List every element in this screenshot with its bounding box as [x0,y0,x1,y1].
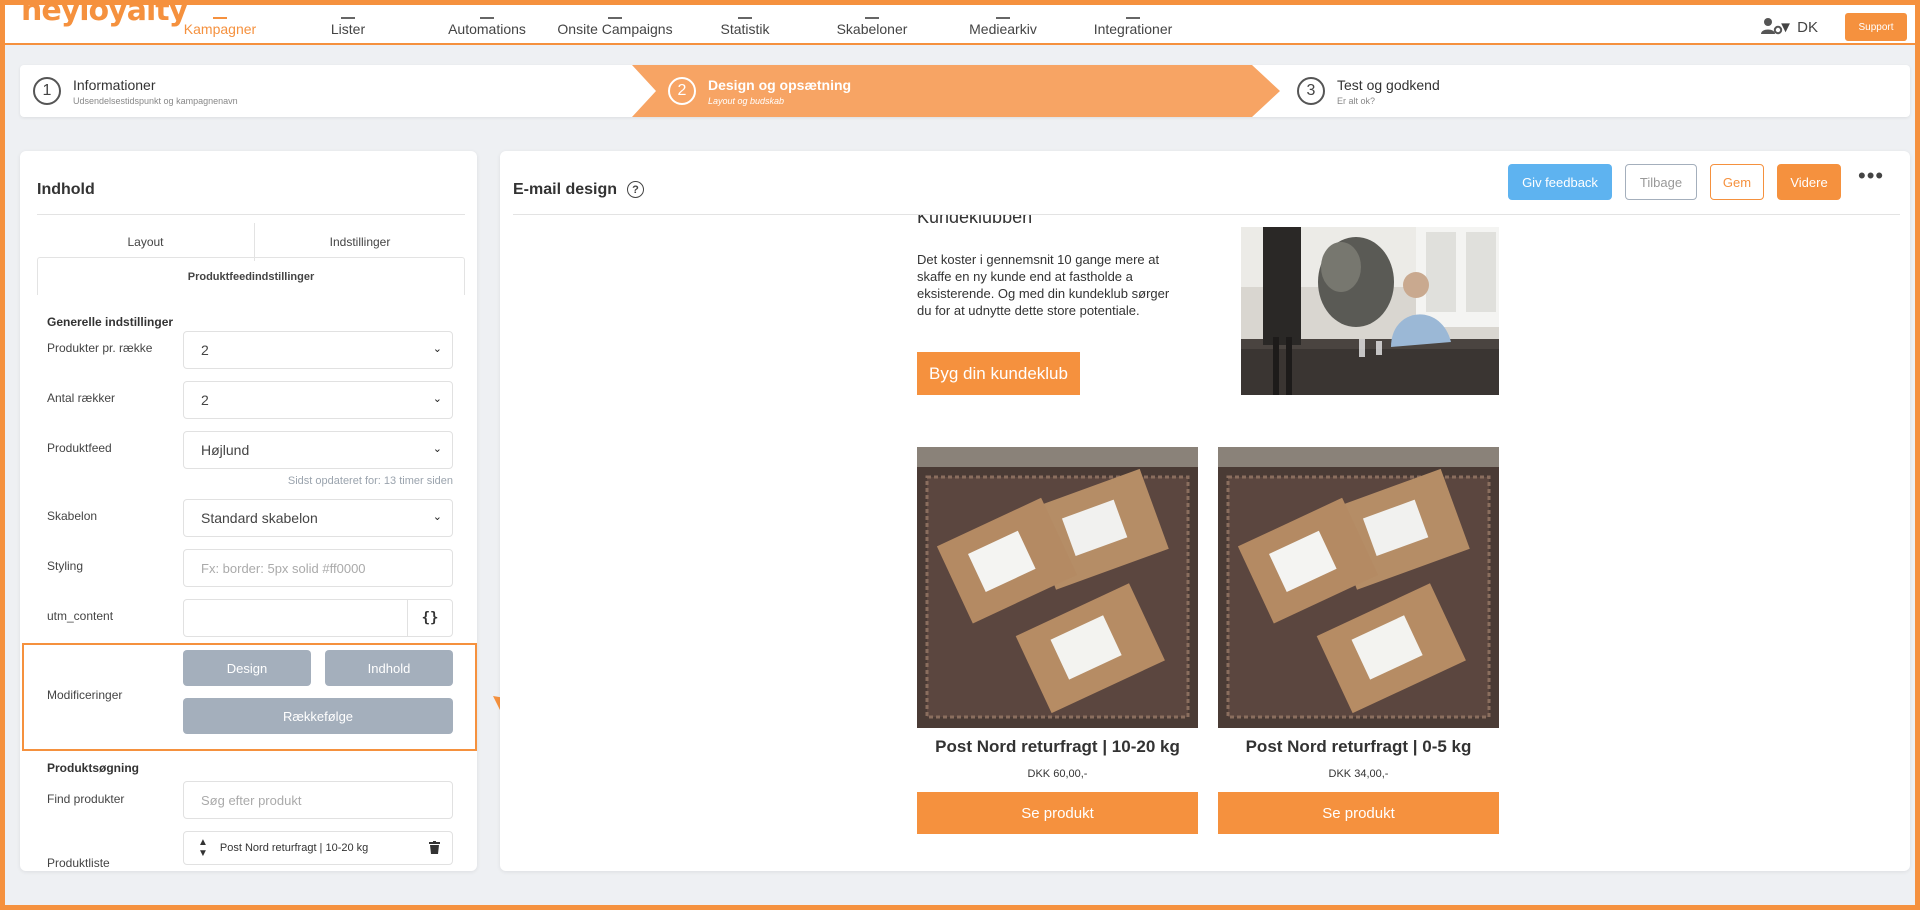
divider [513,214,1900,215]
product-price-2: DKK 34,00,- [1328,768,1389,780]
campaign-stepper: 1 Informationer Udsendelsestidspunkt og … [20,65,1910,117]
email-design-title: E-mail design [513,181,618,198]
products-per-row-select[interactable]: 2 ⌄ [183,331,453,369]
modifications-label: Modificeringer [47,688,123,702]
product-list-item[interactable]: ▲ ▼ Post Nord returfragt | 10-20 kg [183,831,453,865]
plug-icon [1126,11,1140,19]
chevron-down-icon: ⌄ [432,393,442,405]
next-button[interactable]: Videre [1777,164,1841,200]
media-icon [996,11,1010,19]
support-button[interactable]: Support [1845,13,1907,41]
step-number: 2 [668,77,696,105]
design-button[interactable]: Design [183,650,311,686]
nav-mediearkiv[interactable]: Mediearkiv [953,11,1053,41]
chevron-down-icon: ⌄ [432,511,442,523]
nav-automations[interactable]: Automations [437,11,537,41]
see-product-button-1[interactable]: Se produkt [917,792,1198,834]
tab-produktfeedindstillinger[interactable]: Produktfeedindstillinger [37,257,465,295]
step-number: 1 [33,77,61,105]
styling-input[interactable]: Fx: border: 5px solid #ff0000 [183,549,453,587]
step-title: Informationer [73,76,156,93]
nav-onsite-campaigns[interactable]: Onsite Campaigns [555,11,675,41]
chevron-down-icon: ⌄ [432,343,442,355]
office-photo [1241,227,1499,395]
template-icon [865,11,879,19]
top-nav: heyloyalty Kampagner Lister Automations … [5,0,1915,45]
nav-skabeloner[interactable]: Skabeloner [827,11,917,41]
nav-integrationer[interactable]: Integrationer [1078,11,1188,41]
step-subtitle: Layout og budskab [708,95,785,106]
content-panel: Indhold Layout Indstillinger Produktfeed… [20,151,477,871]
product-search-input[interactable]: Søg efter produkt [183,781,453,819]
sort-icon[interactable]: ▲ ▼ [198,837,208,859]
tab-indstillinger[interactable]: Indstillinger [255,223,465,261]
template-select[interactable]: Standard skabelon ⌄ [183,499,453,537]
step-informationer[interactable]: 1 Informationer Udsendelsestidspunkt og … [33,65,238,117]
divider [37,214,465,215]
step-subtitle: Udsendelsestidspunkt og kampagnenavn [73,95,238,106]
panel-title: Indhold [37,181,95,198]
general-settings-heading: Generelle indstillinger [47,315,174,329]
rows-select[interactable]: 2 ⌄ [183,381,453,419]
language-selector[interactable]: ▼ DK [1778,19,1818,36]
product-search-heading: Produktsøgning [47,761,139,775]
product-list-label: Produktliste [47,856,110,870]
chevron-down-icon: ⌄ [432,443,442,455]
step-title: Test og godkend [1337,76,1440,93]
step-title: Design og opsætning [708,76,852,93]
product-feed-label: Produktfeed [47,441,112,455]
list-icon [341,11,355,19]
rows-label: Antal rækker [47,391,116,405]
email-heading-cutoff: Kundeklubben [917,215,1033,225]
merge-tag-button[interactable]: {} [407,600,452,636]
product-feed-select[interactable]: Højlund ⌄ [183,431,453,469]
email-cta-button[interactable]: Byg din kundeklub [917,352,1080,395]
order-button[interactable]: Rækkefølge [183,698,453,734]
product-image-1 [917,447,1198,728]
help-icon[interactable]: ? [627,181,644,198]
step-design[interactable]: 2 Design og opsætning Layout og budskab [668,65,851,117]
nav-kampagner[interactable]: Kampagner [170,11,270,41]
trash-icon[interactable] [429,841,440,854]
template-label: Skabelon [47,509,98,523]
step-number: 3 [1297,77,1325,105]
product-price-1: DKK 60,00,- [1027,768,1088,780]
utm-content-input[interactable]: {} [183,599,453,637]
find-products-label: Find produkter [47,792,125,806]
see-product-button-2[interactable]: Se produkt [1218,792,1499,834]
product-name-1: Post Nord returfragt | 10-20 kg [935,737,1180,756]
utm-content-label: utm_content [47,609,114,623]
brand-logo[interactable]: heyloyalty [21,0,188,28]
email-design-panel: E-mail design ? Giv feedback Tilbage Gem… [500,151,1910,871]
styling-label: Styling [47,559,84,573]
email-body-text: Det koster i gennemsnit 10 gange mere at… [917,252,1170,318]
browser-icon [608,11,622,19]
bar-chart-icon [738,11,752,19]
back-button[interactable]: Tilbage [1625,164,1697,200]
more-options-icon[interactable]: ••• [1858,165,1884,187]
content-button[interactable]: Indhold [325,650,453,686]
nav-lister[interactable]: Lister [308,11,388,41]
feedback-button[interactable]: Giv feedback [1508,164,1612,200]
save-button[interactable]: Gem [1710,164,1764,200]
step-subtitle: Er alt ok? [1337,95,1376,106]
step-test[interactable]: 3 Test og godkend Er alt ok? [1297,65,1440,117]
tab-layout[interactable]: Layout [37,223,255,261]
feed-updated-hint: Sidst opdateret for: 13 timer siden [287,475,453,487]
product-image-2 [1218,447,1499,728]
nav-statistik[interactable]: Statistik [705,11,785,41]
product-name-2: Post Nord returfragt | 0-5 kg [1245,737,1472,756]
automation-icon [480,11,494,19]
megaphone-icon [213,11,227,19]
products-per-row-label: Produkter pr. række [47,341,153,355]
